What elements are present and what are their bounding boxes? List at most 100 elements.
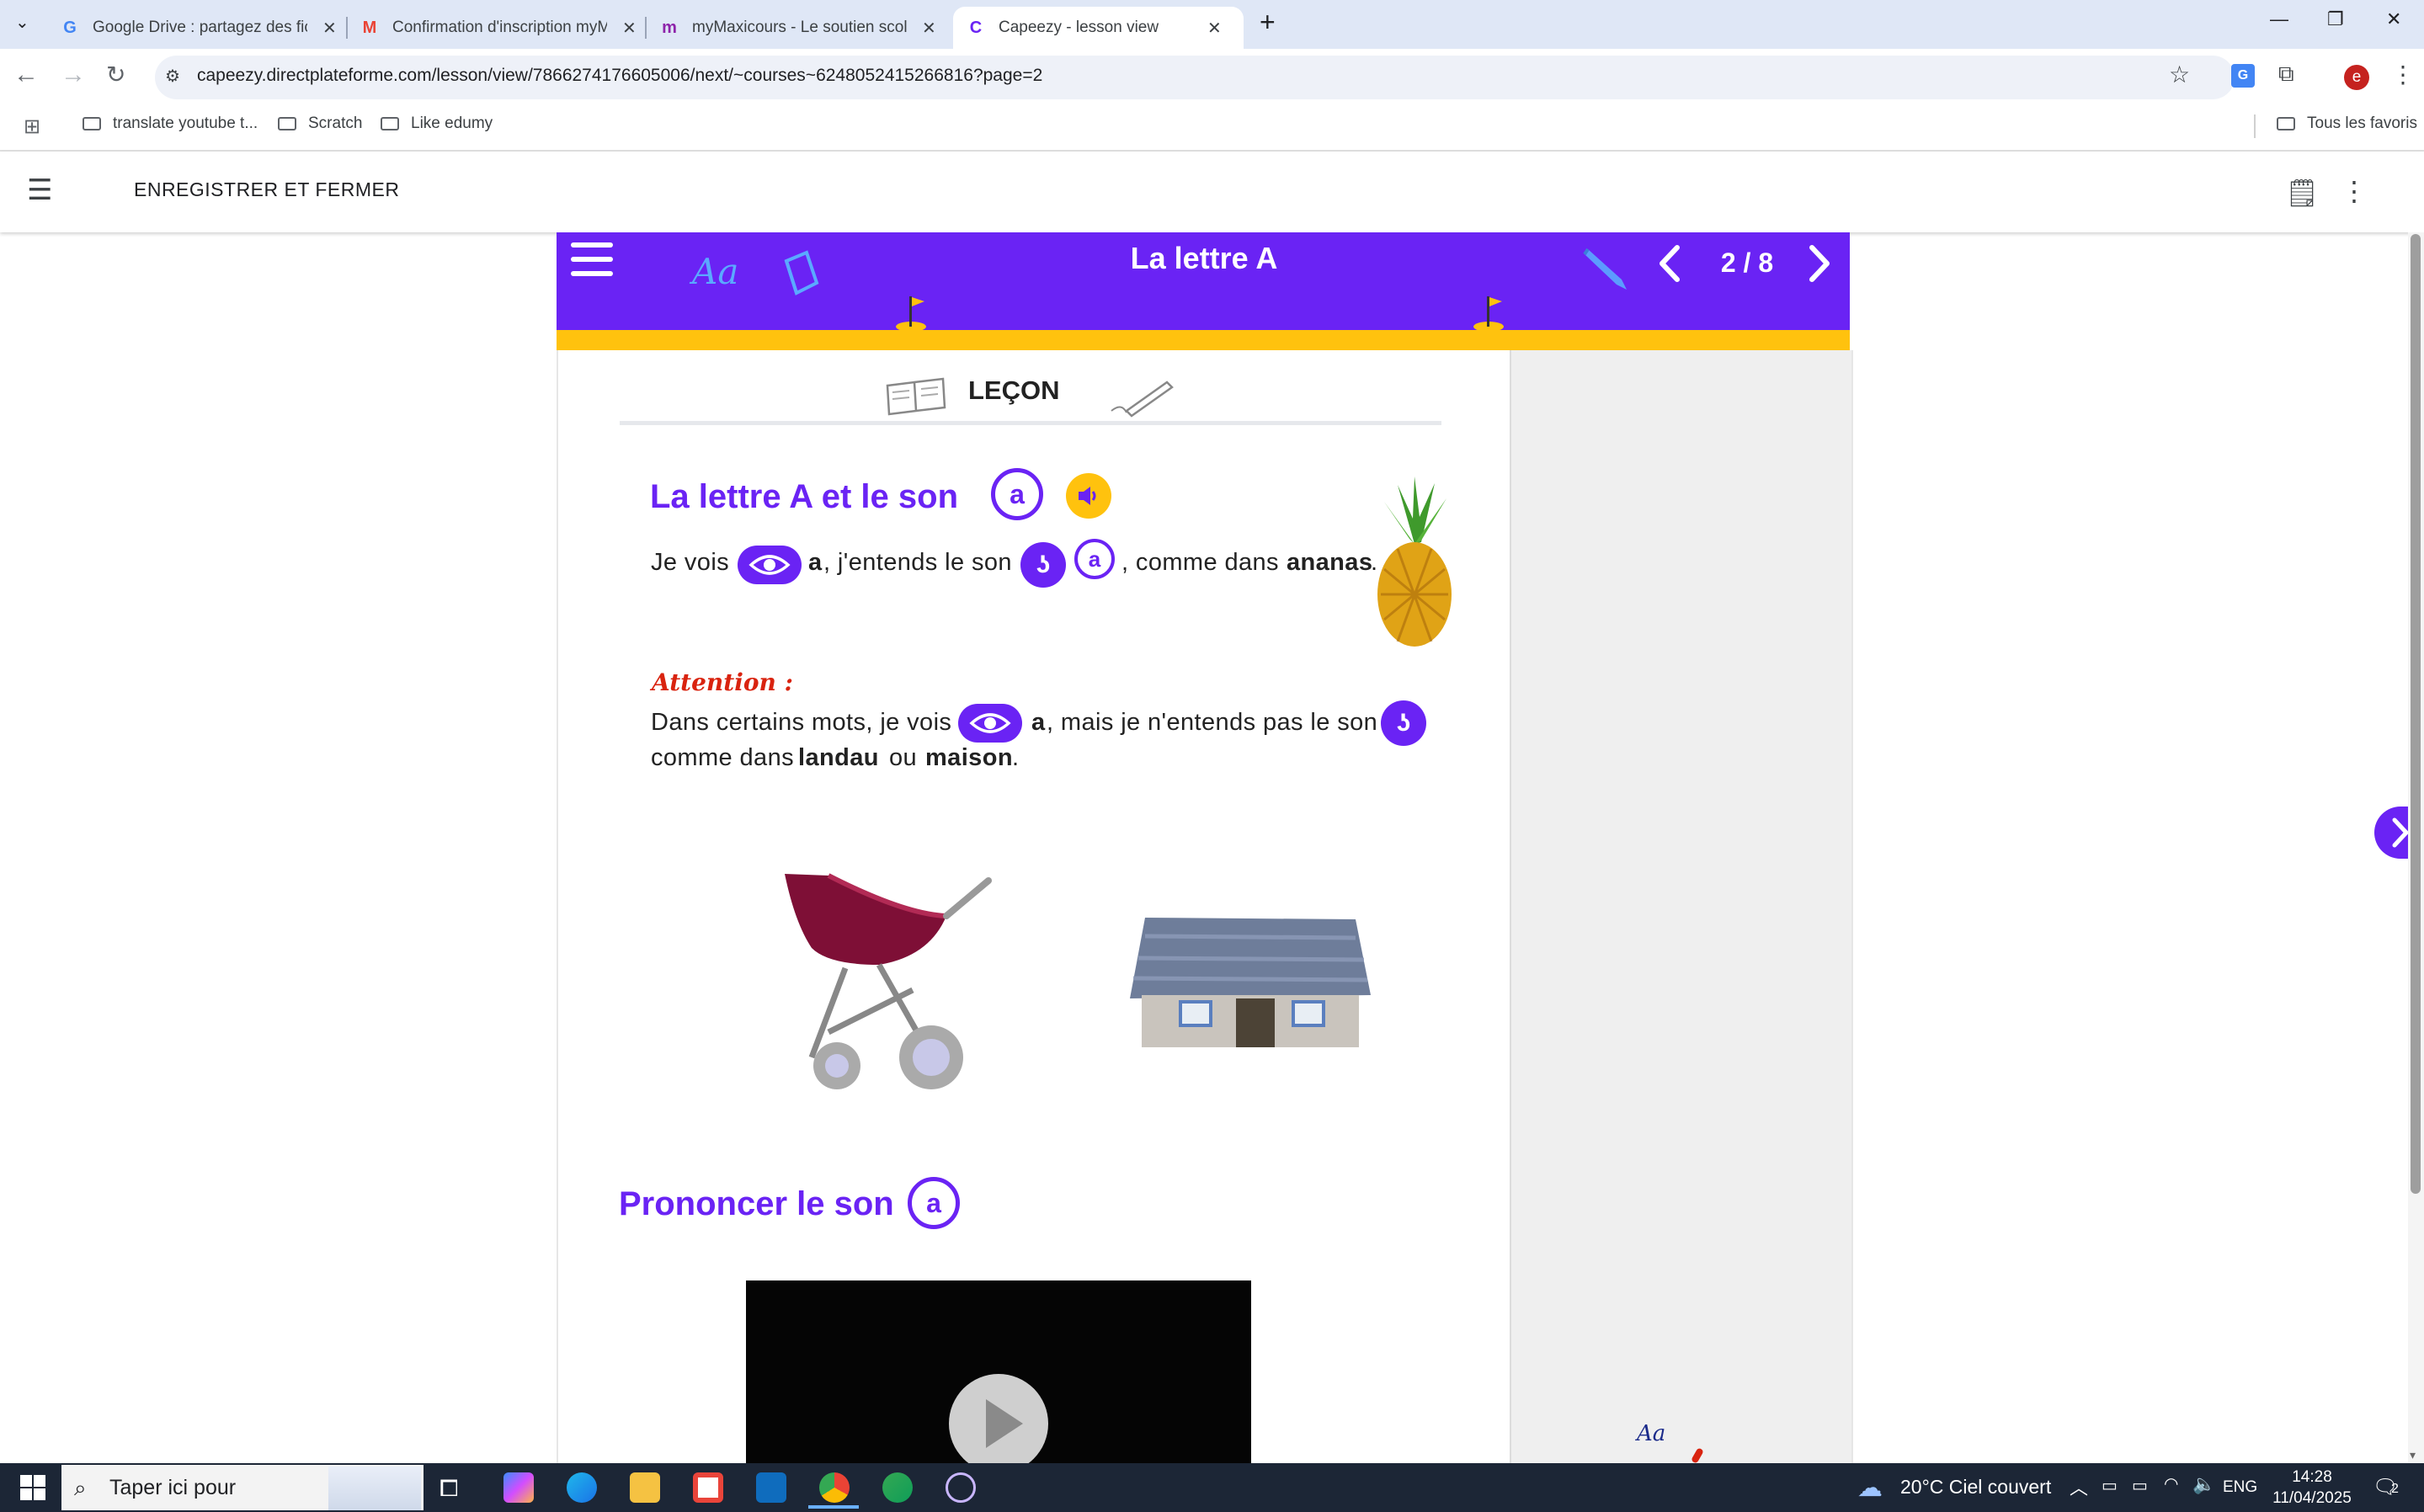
volume-icon[interactable]: 🔈 — [2192, 1473, 2215, 1495]
text-je-vois: Je vois — [651, 549, 730, 576]
bookmark-label: Like edumy — [411, 114, 493, 132]
sound-a-bubble-icon: a — [908, 1177, 960, 1229]
file-explorer-icon[interactable] — [630, 1472, 660, 1503]
back-arrow-icon[interactable]: ← — [13, 61, 39, 89]
windows-start-icon[interactable] — [20, 1475, 45, 1504]
gmail-icon: M — [362, 18, 377, 37]
folder-icon — [2277, 117, 2295, 130]
outlook-icon[interactable] — [756, 1472, 786, 1503]
scroll-down-arrow-icon[interactable]: ▾ — [2410, 1448, 2416, 1462]
bookmark-like-edumy[interactable]: Like edumy — [381, 114, 493, 133]
pencil-icon[interactable] — [1581, 242, 1630, 295]
text-letter-a: a — [808, 549, 823, 576]
browser-tab-capeezy[interactable]: C Capeezy - lesson view ✕ — [953, 7, 1244, 49]
eraser-icon[interactable] — [778, 249, 822, 302]
extensions-puzzle-icon[interactable]: ⧉ — [2278, 61, 2294, 88]
minimize-icon[interactable]: — — [2270, 8, 2288, 30]
text-dans-certains-mots: Dans certains mots, je vois — [651, 709, 952, 736]
close-tab-icon[interactable]: ✕ — [922, 18, 936, 39]
app-icon[interactable] — [882, 1472, 913, 1503]
edge-icon[interactable] — [567, 1472, 597, 1503]
bookmark-scratch[interactable]: Scratch — [278, 114, 362, 133]
forward-arrow-icon[interactable]: → — [61, 61, 86, 89]
play-icon — [949, 1374, 1048, 1463]
tab-search-chevron-icon[interactable]: ⌄ — [15, 12, 29, 33]
bookmark-star-icon[interactable]: ☆ — [2169, 61, 2190, 88]
close-window-icon[interactable]: ✕ — [2386, 8, 2401, 30]
font-size-icon[interactable]: Aa — [692, 251, 738, 292]
lesson-title: La lettre A — [1130, 241, 1278, 275]
save-and-close-button[interactable]: ENREGISTRER ET FERMER — [134, 178, 400, 201]
active-app-indicator — [808, 1505, 859, 1509]
pineapple-image — [1372, 476, 1457, 654]
close-tab-icon[interactable]: ✕ — [1207, 18, 1222, 39]
tab-title: Capeezy - lesson view — [999, 19, 1159, 36]
apps-grid-icon[interactable]: ⊞ — [24, 114, 40, 139]
lesson-menu-icon[interactable] — [569, 241, 615, 282]
bookmark-translate-youtube[interactable]: translate youtube t... — [83, 114, 258, 133]
audio-speaker-button[interactable] — [1066, 473, 1111, 519]
speaker-icon — [1079, 487, 1096, 505]
section-label-lecon: LEÇON — [968, 375, 1060, 405]
text-maison: maison — [925, 744, 1013, 771]
taskbar-search-placeholder[interactable]: Taper ici pour — [109, 1476, 236, 1500]
new-tab-plus-icon[interactable]: + — [1260, 7, 1276, 38]
profile-avatar[interactable]: e — [2344, 65, 2369, 90]
clock-time: 14:28 — [2292, 1468, 2332, 1486]
restore-icon[interactable]: ❐ — [2327, 8, 2344, 30]
sound-letter: a — [926, 1187, 941, 1218]
microsoft-store-icon[interactable] — [693, 1472, 723, 1503]
wifi-icon[interactable]: ◠ — [2164, 1473, 2178, 1494]
tab-title: Confirmation d'inscription myM — [392, 19, 607, 36]
eye-icon — [738, 546, 802, 584]
notification-count: 2 — [2391, 1482, 2399, 1496]
text-period: . — [1371, 549, 1378, 576]
clock-date: 11/04/2025 — [2272, 1489, 2352, 1507]
folder-icon — [83, 117, 101, 130]
browser-tab-gmail[interactable]: M Confirmation d'inscription myM ✕ — [333, 7, 645, 49]
browser-tab-maxicours[interactable]: m myMaxicours - Le soutien scola ✕ — [633, 7, 945, 49]
sound-a-bubble-icon: a — [1074, 539, 1115, 579]
heading-prononcer-le-son: Prononcer le son — [619, 1185, 894, 1222]
copilot-icon[interactable] — [503, 1472, 534, 1503]
show-hidden-icons-chevron-icon[interactable]: ︿ — [2070, 1473, 2088, 1500]
text-period: . — [1012, 744, 1020, 771]
tab-title: myMaxicours - Le soutien scola — [692, 19, 907, 36]
add-note-icon[interactable]: 🗒 — [2285, 177, 2320, 209]
language-indicator[interactable]: ENG — [2223, 1478, 2257, 1497]
all-bookmarks[interactable]: Tous les favoris — [2277, 114, 2417, 133]
reload-icon[interactable]: ↻ — [106, 61, 125, 88]
translate-extension-icon[interactable]: G — [2231, 64, 2255, 88]
media-player-icon[interactable] — [946, 1472, 976, 1503]
chrome-icon[interactable] — [819, 1472, 850, 1503]
banner-yellow-stripe — [557, 330, 1850, 350]
previous-page-icon[interactable] — [1657, 244, 1682, 287]
site-info-icon[interactable]: ⚙ — [165, 66, 180, 87]
next-page-icon[interactable] — [1807, 244, 1832, 287]
heading-lettre-a-son: La lettre A et le son — [650, 478, 959, 515]
side-panel-aa-mark: Aa — [1637, 1421, 1666, 1446]
pen-icon — [1110, 377, 1177, 423]
maxicours-icon: m — [662, 18, 677, 37]
url-text[interactable]: capeezy.directplateforme.com/lesson/view… — [197, 66, 1042, 86]
text-mais-je-nentends-pas: , mais je n'entends pas le son — [1047, 709, 1378, 736]
play-button[interactable] — [947, 1372, 1050, 1463]
attention-label: Attention : — [652, 668, 793, 696]
chevron-right-icon — [2391, 817, 2410, 853]
task-view-icon[interactable]: ⧠ — [440, 1475, 458, 1503]
more-options-icon[interactable]: ⋮ — [2341, 175, 2368, 207]
google-icon: G — [63, 18, 77, 37]
cloud-weather-icon: ☁ — [1857, 1474, 1883, 1502]
sound-letter: a — [1088, 546, 1101, 572]
flag-marker-icon — [894, 293, 928, 336]
battery-icon[interactable]: ▭ — [2132, 1475, 2148, 1496]
house-image — [1128, 911, 1372, 1053]
hamburger-menu-icon[interactable]: ☰ — [27, 173, 52, 207]
weather-text[interactable]: 20°C Ciel couvert — [1900, 1476, 2051, 1499]
meet-icon[interactable]: ▭ — [2102, 1475, 2118, 1496]
ear-crossed-icon: ʖ — [1381, 700, 1426, 746]
scrollbar-thumb[interactable] — [2411, 234, 2421, 1194]
browser-tab-google-drive[interactable]: G Google Drive : partagez des fich ✕ — [34, 7, 345, 49]
browser-menu-icon[interactable]: ⋮ — [2391, 61, 2415, 88]
system-clock[interactable]: 14:28 11/04/2025 — [2270, 1467, 2354, 1509]
